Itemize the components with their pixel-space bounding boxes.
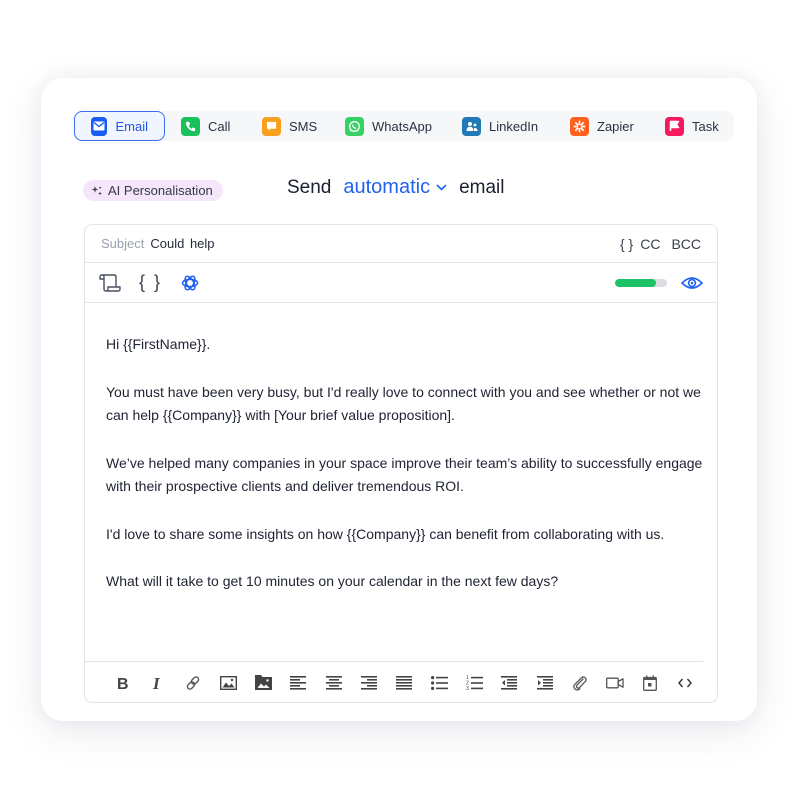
tab-label: WhatsApp bbox=[372, 118, 432, 134]
send-mode-value: automatic bbox=[343, 176, 431, 198]
body-paragraph: I'd love to share some insights on how {… bbox=[106, 525, 665, 542]
preview-eye-icon[interactable] bbox=[681, 276, 703, 290]
zapier-icon bbox=[570, 116, 589, 136]
tab-call[interactable]: Call bbox=[181, 111, 230, 141]
body-paragraph: We’ve helped many companies in your spac… bbox=[106, 454, 703, 495]
subject-label: Subject bbox=[101, 236, 145, 251]
subject-variables-button[interactable]: { } bbox=[620, 236, 633, 252]
tab-label: Call bbox=[208, 118, 231, 134]
flag-icon bbox=[665, 116, 684, 136]
attachment-button[interactable] bbox=[562, 675, 597, 691]
tab-task[interactable]: Task bbox=[665, 111, 719, 141]
align-left-button[interactable] bbox=[281, 675, 316, 690]
tab-label: LinkedIn bbox=[489, 118, 539, 134]
send-prefix: Send bbox=[287, 176, 332, 198]
tab-label: Task bbox=[692, 118, 719, 134]
align-center-button[interactable] bbox=[316, 675, 351, 690]
ai-pill-label: AI Personalisation bbox=[108, 183, 213, 198]
svg-text:3: 3 bbox=[466, 686, 469, 691]
send-mode-row: Send automatic email bbox=[287, 176, 505, 199]
mail-icon bbox=[91, 116, 108, 136]
bullet-list-button[interactable] bbox=[422, 675, 457, 690]
video-button[interactable] bbox=[597, 677, 632, 689]
quality-score-meter bbox=[615, 278, 667, 287]
outdent-button[interactable] bbox=[492, 675, 527, 690]
send-suffix: email bbox=[459, 176, 505, 198]
subject-row: Subject Could help { } CC BCC bbox=[85, 225, 717, 263]
chevron-down-icon bbox=[436, 184, 447, 191]
body-paragraph: You must have been very busy, but I'd re… bbox=[106, 383, 701, 424]
tab-label: Zapier bbox=[597, 118, 634, 134]
align-justify-button[interactable] bbox=[386, 675, 421, 690]
italic-button[interactable]: I bbox=[140, 675, 175, 691]
email-body[interactable]: Hi {{FirstName}}. You must have been ver… bbox=[106, 333, 706, 618]
body-paragraph: Hi {{FirstName}}. bbox=[106, 336, 211, 352]
phone-icon bbox=[181, 116, 200, 136]
message-icon bbox=[262, 116, 281, 136]
sparkle-icon bbox=[91, 185, 102, 195]
send-mode-dropdown[interactable]: automatic bbox=[343, 176, 447, 199]
whatsapp-icon bbox=[345, 116, 364, 136]
image-folder-button[interactable] bbox=[246, 675, 281, 690]
tab-email[interactable]: Email bbox=[74, 111, 165, 141]
bold-button[interactable]: B bbox=[105, 675, 140, 691]
format-toolbar: B I 123 bbox=[85, 661, 703, 703]
svg-text:I: I bbox=[152, 675, 161, 691]
tab-linkedin[interactable]: LinkedIn bbox=[462, 111, 538, 141]
tab-label: Email bbox=[115, 118, 148, 134]
email-editor: Subject Could help { } CC BCC { } Hi {{F… bbox=[84, 224, 718, 703]
cc-button[interactable]: CC bbox=[640, 236, 660, 252]
svg-text:B: B bbox=[117, 676, 129, 691]
indent-button[interactable] bbox=[527, 675, 562, 690]
template-scroll-icon[interactable] bbox=[99, 273, 121, 292]
ai-openai-icon[interactable] bbox=[180, 273, 200, 293]
tab-zapier[interactable]: Zapier bbox=[570, 111, 634, 141]
linkedin-icon bbox=[462, 116, 481, 136]
numbered-list-button[interactable]: 123 bbox=[457, 675, 492, 691]
ai-personalisation-button[interactable]: AI Personalisation bbox=[83, 180, 223, 201]
subject-input[interactable]: Could help bbox=[150, 236, 214, 251]
editor-tools-row: { } bbox=[85, 263, 717, 303]
body-paragraph: What will it take to get 10 minutes on y… bbox=[106, 573, 559, 589]
tab-sms[interactable]: SMS bbox=[262, 111, 317, 141]
align-right-button[interactable] bbox=[351, 675, 386, 690]
quality-score-fill bbox=[615, 278, 656, 287]
tab-label: SMS bbox=[289, 118, 318, 134]
link-button[interactable] bbox=[175, 675, 210, 691]
image-button[interactable] bbox=[211, 675, 246, 690]
calendar-button[interactable] bbox=[633, 675, 668, 691]
variables-button[interactable]: { } bbox=[139, 272, 162, 293]
code-view-button[interactable] bbox=[668, 678, 703, 688]
tab-whatsapp[interactable]: WhatsApp bbox=[345, 111, 432, 141]
bcc-button[interactable]: BCC bbox=[671, 236, 701, 252]
